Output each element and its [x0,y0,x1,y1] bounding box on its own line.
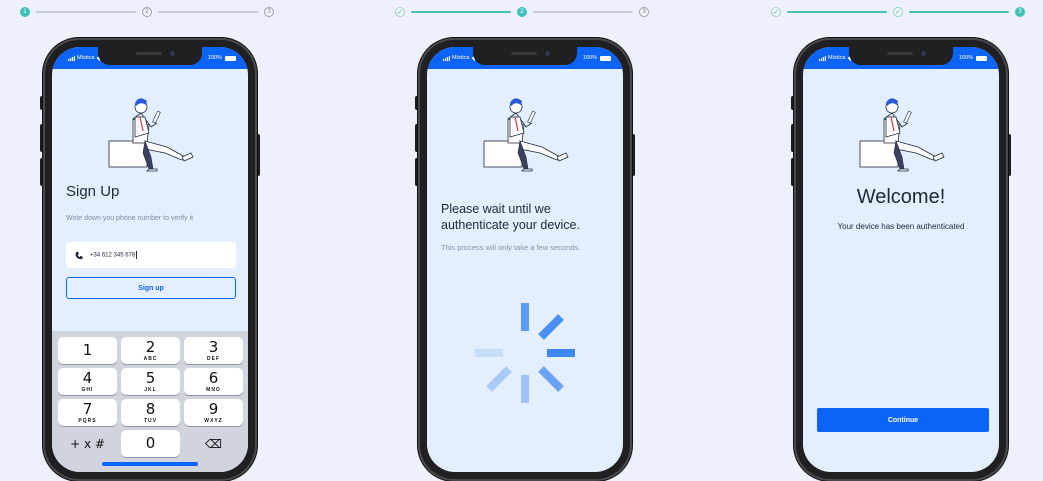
key-2[interactable]: 2 ABC [121,337,180,364]
key-5[interactable]: 5 JKL [121,368,180,395]
screen: Mística 100% [52,47,248,472]
key-9[interactable]: 9 WXYZ [184,399,243,426]
phone-icon [75,251,83,259]
carrier-label: Mística [77,55,95,61]
notch [849,47,953,65]
phone-authenticating: Mística 100% Please wait until we authen… [415,38,635,481]
battery-label: 100% [207,55,222,61]
home-indicator [102,462,198,466]
page-title: Please wait until we authenticate your d… [441,202,580,232]
phone-number-field[interactable]: +34 612 345 678 [66,242,236,268]
key-digit: 9 [208,399,219,418]
key-letters: DEF [207,355,220,362]
key-letters: JKL [144,386,157,393]
step-connector [158,11,258,13]
key-digit: 3 [208,337,219,356]
key-digit: 7 [82,399,93,418]
step-connector [533,11,633,13]
carrier-label: Mística [828,55,846,61]
numeric-keypad: 1 2 ABC 3 DEF 4 GHI 5 JKL 6 MNO 7 PQRS 8 TUV 9W… [52,331,248,472]
phone-frame: Mística 100% [43,38,257,481]
person-on-box-illustration [859,98,945,172]
key-digit: 6 [208,368,219,387]
step-dot: 2 [142,7,152,17]
step-dot: 3 [639,7,649,17]
key-letters: GHI [81,386,94,393]
step-connector [787,11,887,13]
continue-button[interactable]: Continue [817,408,989,432]
battery-label: 100% [582,55,597,61]
notch [98,47,202,65]
key-letters: PQRS [78,417,97,424]
battery-icon [600,55,611,61]
key-4[interactable]: 4 GHI [58,368,117,395]
key-digit: 2 [145,337,156,356]
screen: Mística 100% [803,47,999,472]
step-dot: 2 [517,7,527,17]
step-connector [909,11,1009,13]
key-letters: WXYZ [204,417,223,424]
step-dot: 1 [20,7,30,17]
phone-frame: Mística 100% [794,38,1008,481]
stepper-3: ✓ ✓ 3 [771,5,1025,19]
page-subtitle: This process will only take a few second… [441,243,581,252]
key-letters: TUV [144,417,157,424]
key-letters: ABC [143,355,158,362]
phone-number-value: +34 612 345 678 [90,252,136,259]
text-caret [136,251,138,259]
sign-up-button[interactable]: Sign up [66,277,236,299]
signal-icon [68,55,75,61]
person-on-box-illustration [483,98,569,172]
stepper-2: ✓ 2 3 [395,5,649,19]
key-8[interactable]: 8 TUV [121,399,180,426]
check-icon: ✓ [893,7,903,17]
page-subtitle: Your device has been authenticated [837,222,965,231]
signal-icon [443,55,450,61]
step-dot: 3 [264,7,274,17]
battery-icon [225,55,236,61]
key-digit: 5 [145,368,156,387]
phone-signup: Mística 100% Sign Up Write down you phon… [40,38,260,481]
key-0[interactable]: 0 [121,430,180,457]
spinner-icon [475,303,575,403]
step-connector [36,11,136,13]
key-digit: + x # [70,436,105,451]
check-icon: ✓ [395,7,405,17]
key-letters: MNO [206,386,221,393]
notch [473,47,577,65]
backspace-key[interactable]: ⌫ [184,430,243,457]
key-1[interactable]: 1 [58,337,117,364]
key-7[interactable]: 7 PQRS [58,399,117,426]
screen: Mística 100% [427,47,623,472]
step-connector [411,11,511,13]
key-digit: 4 [82,368,93,387]
page-subtitle: Write down you phone number to verify it [66,215,194,222]
backspace-icon: ⌫ [205,436,222,451]
page-title: Welcome! [856,186,946,208]
signal-icon [819,55,826,61]
carrier-label: Mística [452,55,470,61]
phone-frame: Mística 100% [418,38,632,481]
key-6[interactable]: 6 MNO [184,368,243,395]
key-symbols[interactable]: + x # [58,430,117,457]
person-on-box-illustration [108,98,194,172]
page-title: Sign Up [66,183,120,200]
phone-welcome: Mística 100% Welcome! Your device has be… [791,38,1011,481]
check-icon: ✓ [771,7,781,17]
battery-icon [976,55,987,61]
key-3[interactable]: 3 DEF [184,337,243,364]
stepper-1: 1 2 3 [20,5,274,19]
battery-label: 100% [958,55,973,61]
key-digit: 1 [82,341,93,359]
key-digit: 8 [145,399,156,418]
step-dot: 3 [1015,7,1025,17]
key-digit: 0 [145,434,156,452]
